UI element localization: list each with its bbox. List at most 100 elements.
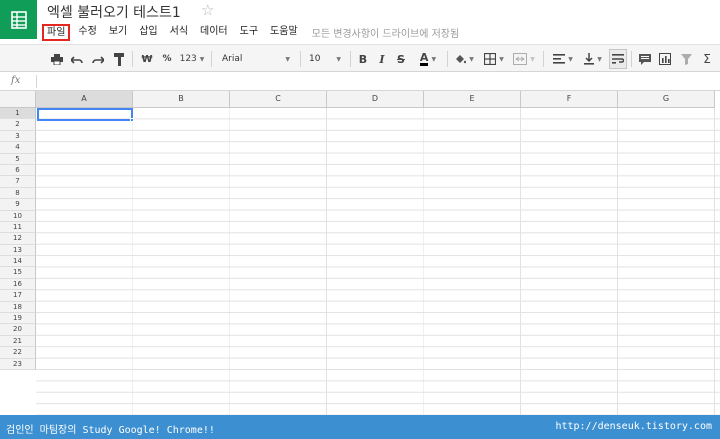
merge-cells-button[interactable]: ▼	[510, 50, 538, 68]
text-color-button[interactable]: A ▼	[414, 50, 442, 68]
formula-bar: fx	[0, 72, 720, 91]
menu-data[interactable]: 데이터	[194, 24, 234, 40]
column-header-a[interactable]: A	[36, 91, 133, 108]
align-left-icon	[553, 54, 566, 64]
column-header-g[interactable]: G	[618, 91, 715, 108]
row-header-7[interactable]: 7	[0, 176, 36, 188]
fill-color-icon	[456, 55, 467, 64]
font-family-value: Arial	[222, 54, 243, 64]
menu-format[interactable]: 서식	[164, 24, 194, 40]
row-header-13[interactable]: 13	[0, 244, 36, 257]
row-header-11[interactable]: 11	[0, 221, 36, 234]
toolbar-divider	[543, 51, 544, 67]
chevron-down-icon: ▼	[499, 55, 504, 63]
chevron-down-icon: ▼	[431, 55, 437, 63]
strikethrough-button[interactable]: S	[394, 50, 408, 68]
column-header-f[interactable]: F	[521, 91, 618, 108]
row-header-22[interactable]: 22	[0, 347, 36, 359]
menu-file[interactable]: 파일	[42, 23, 71, 41]
spreadsheet-grid[interactable]: ABCDEFG 1 2 3 4 5 6 7 8 9 10 11 12 13 14 15 16 17 18 19 20 2…	[0, 91, 720, 415]
text-color-icon: A	[419, 51, 429, 66]
currency-format-button[interactable]: ₩	[140, 50, 154, 68]
functions-icon[interactable]: Σ	[700, 50, 714, 68]
menu-insert[interactable]: 삽입	[133, 24, 163, 40]
column-header-e[interactable]: E	[424, 91, 521, 108]
row-header-10[interactable]: 10	[0, 210, 36, 222]
toolbar-divider	[132, 51, 133, 67]
borders-icon	[484, 53, 497, 65]
document-title[interactable]: 엑셀 불러오기 테스트1	[47, 2, 181, 22]
row-header-23[interactable]: 23	[0, 358, 36, 370]
paint-format-icon[interactable]	[112, 50, 126, 68]
text-wrap-button[interactable]	[609, 49, 627, 69]
chevron-down-icon: ▼	[469, 55, 474, 63]
row-header-17[interactable]: 17	[0, 290, 36, 302]
star-icon[interactable]: ☆	[201, 1, 214, 19]
wrap-text-icon	[612, 54, 624, 64]
select-all-corner[interactable]	[0, 91, 36, 108]
font-family-dropdown[interactable]: Arial ▼	[216, 50, 296, 68]
footer-left-text: 검인인 마팀장의 Study Google! Chrome!!	[6, 425, 215, 436]
toolbar-divider	[300, 51, 301, 67]
row-header-14[interactable]: 14	[0, 256, 36, 268]
bold-button[interactable]: B	[356, 50, 370, 68]
font-size-dropdown[interactable]: 10 ▼	[305, 50, 345, 68]
row-header-1[interactable]: 1	[0, 108, 36, 120]
horizontal-align-button[interactable]: ▼	[550, 50, 576, 68]
column-headers: ABCDEFG	[36, 91, 715, 108]
chevron-down-icon: ▼	[336, 55, 341, 63]
toolbar-divider	[350, 51, 351, 67]
column-header-c[interactable]: C	[230, 91, 327, 108]
row-header-8[interactable]: 8	[0, 187, 36, 200]
menu-help[interactable]: 도움말	[264, 24, 304, 40]
font-size-value: 10	[309, 54, 321, 64]
app-header: 엑셀 불러오기 테스트1 ☆ 파일 수정 보기 삽입 서식 데이터 도구 도움말…	[0, 0, 720, 44]
row-header-12[interactable]: 12	[0, 233, 36, 245]
row-header-21[interactable]: 21	[0, 335, 36, 348]
formula-bar-divider	[36, 75, 37, 88]
row-header-5[interactable]: 5	[0, 153, 36, 165]
chevron-down-icon: ▼	[285, 55, 290, 63]
row-header-9[interactable]: 9	[0, 199, 36, 211]
print-icon[interactable]	[50, 50, 64, 68]
row-header-19[interactable]: 19	[0, 313, 36, 325]
menu-view[interactable]: 보기	[103, 24, 133, 40]
italic-button[interactable]: I	[375, 50, 389, 68]
selected-cell-a1[interactable]	[37, 108, 133, 121]
row-header-20[interactable]: 20	[0, 324, 36, 336]
row-header-16[interactable]: 16	[0, 278, 36, 291]
percent-format-button[interactable]: %	[160, 50, 174, 68]
filter-icon[interactable]	[679, 50, 693, 68]
insert-chart-icon[interactable]	[658, 50, 672, 68]
fill-handle[interactable]	[130, 118, 134, 122]
number-format-dropdown[interactable]: 123 ▼	[178, 50, 206, 68]
align-bottom-icon	[584, 53, 595, 65]
insert-comment-icon[interactable]	[638, 50, 652, 68]
row-header-18[interactable]: 18	[0, 301, 36, 314]
formula-input[interactable]	[42, 75, 714, 89]
chevron-down-icon: ▼	[530, 55, 535, 63]
column-header-d[interactable]: D	[327, 91, 424, 108]
chevron-down-icon: ▼	[597, 55, 602, 63]
column-header-b[interactable]: B	[133, 91, 230, 108]
menu-tools[interactable]: 도구	[234, 24, 264, 40]
menu-edit[interactable]: 수정	[72, 24, 102, 40]
chevron-down-icon: ▼	[199, 55, 205, 63]
toolbar-divider	[447, 51, 448, 67]
row-header-3[interactable]: 3	[0, 130, 36, 143]
footer-banner: 검인인 마팀장의 Study Google! Chrome!! http://d…	[0, 415, 720, 439]
fill-color-button[interactable]: ▼	[452, 50, 476, 68]
redo-icon[interactable]	[91, 50, 105, 68]
sheets-logo-icon[interactable]	[0, 0, 37, 39]
row-header-2[interactable]: 2	[0, 119, 36, 131]
row-header-6[interactable]: 6	[0, 164, 36, 177]
vertical-align-button[interactable]: ▼	[580, 50, 606, 68]
borders-button[interactable]: ▼	[481, 50, 507, 68]
undo-icon[interactable]	[70, 50, 84, 68]
row-header-4[interactable]: 4	[0, 142, 36, 154]
row-header-15[interactable]: 15	[0, 267, 36, 279]
cell-area[interactable]	[36, 108, 720, 415]
menu-bar: 파일 수정 보기 삽입 서식 데이터 도구 도움말 모든 변경사항이 드라이브에…	[42, 23, 459, 41]
save-status[interactable]: 모든 변경사항이 드라이브에 저장됨	[312, 25, 460, 40]
chevron-down-icon: ▼	[568, 55, 573, 63]
